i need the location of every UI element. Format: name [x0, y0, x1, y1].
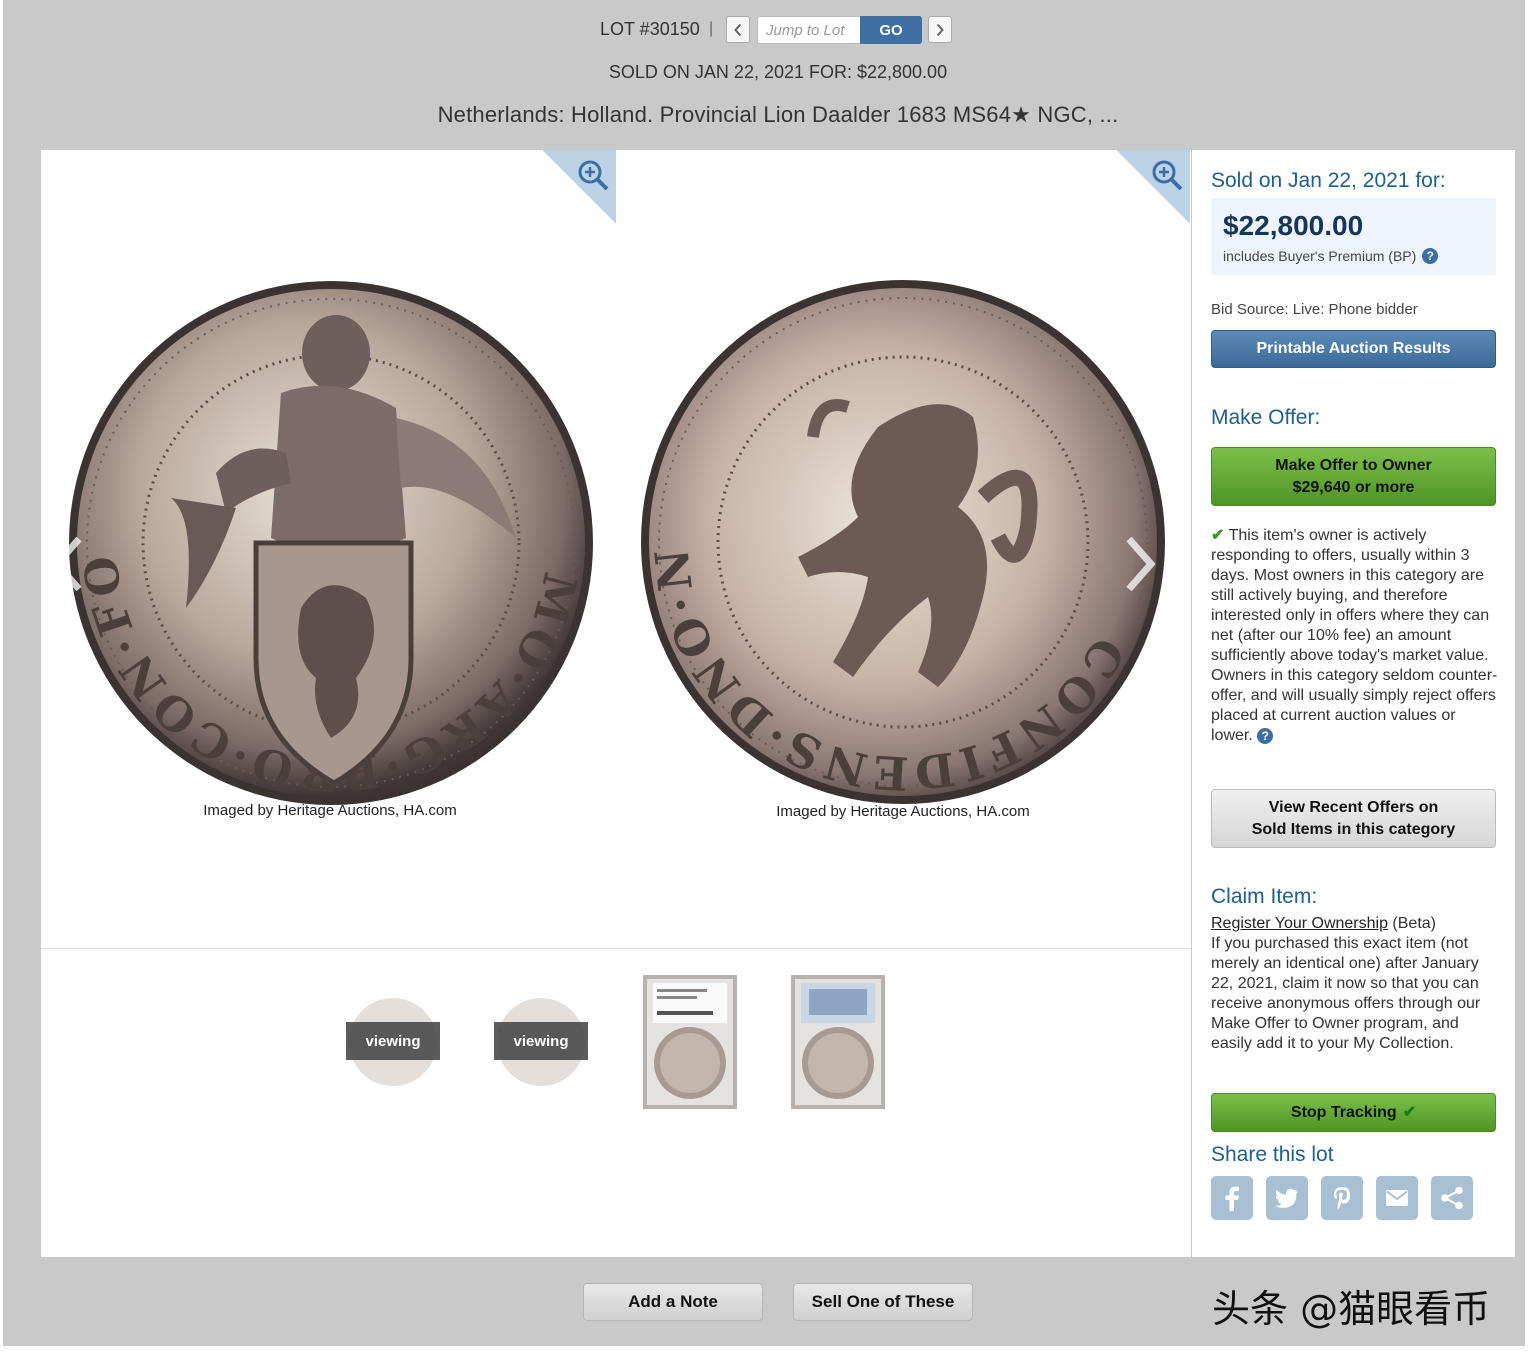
viewing-badge: viewing — [494, 1022, 588, 1060]
make-offer-heading: Make Offer: — [1211, 406, 1321, 429]
coin-reverse-image[interactable]: CONFIDENS·DNO·NON·MOVETVR·1683 — [638, 277, 1168, 807]
claim-item-text: Register Your Ownership (Beta) If you pu… — [1211, 914, 1501, 1054]
twitter-share-button[interactable] — [1266, 1176, 1308, 1220]
buyers-premium-note: includes Buyer's Premium (BP) ? — [1223, 248, 1439, 264]
go-button[interactable]: GO — [860, 16, 922, 44]
lot-separator: | — [709, 20, 714, 37]
share-buttons — [1211, 1176, 1473, 1220]
register-ownership-link[interactable]: Register Your Ownership — [1211, 915, 1388, 932]
image-credit: Imaged by Heritage Auctions, HA.com — [776, 803, 1030, 820]
lot-navigation: LOT #30150 | GO — [0, 16, 1528, 44]
thumbnail-slab-front[interactable] — [643, 975, 737, 1109]
stop-tracking-button[interactable]: Stop Tracking ✔ — [1211, 1093, 1496, 1132]
sold-price: $22,800.00 — [1223, 210, 1364, 241]
owner-offer-note: ✔ This item's owner is actively respondi… — [1211, 526, 1501, 746]
viewing-badge: viewing — [346, 1022, 440, 1060]
email-icon — [1386, 1190, 1408, 1206]
zoom-in-icon — [1152, 160, 1183, 191]
claim-item-heading: Claim Item: — [1211, 885, 1318, 908]
sold-heading: Sold on Jan 22, 2021 for: — [1211, 169, 1446, 192]
coin-obverse-image[interactable]: MO·ARG·PRO·CON·FOE·BELG·HOL — [66, 278, 596, 808]
lot-title: Netherlands: Holland. Provincial Lion Da… — [437, 102, 1119, 127]
next-image-arrow[interactable] — [1119, 534, 1159, 594]
zoom-in-icon — [578, 160, 609, 191]
thumbnail-slab-image — [643, 975, 737, 1109]
owner-offer-text: This item's owner is actively responding… — [1211, 527, 1498, 744]
previous-image-arrow[interactable] — [49, 534, 89, 594]
bid-source: Bid Source: Live: Phone bidder — [1211, 301, 1418, 318]
recent-offers-line2: Sold Items in this category — [1251, 820, 1456, 838]
view-recent-offers-button[interactable]: View Recent Offers on Sold Items in this… — [1211, 789, 1496, 848]
jump-to-lot-input[interactable] — [757, 16, 861, 44]
sell-one-button[interactable]: Sell One of These — [793, 1283, 973, 1321]
zoom-reverse-button[interactable] — [1116, 150, 1190, 224]
image-credit: Imaged by Heritage Auctions, HA.com — [203, 802, 457, 819]
watermark: 头条 @猫眼看币 — [1212, 1287, 1491, 1331]
lot-number: LOT #30150 — [600, 19, 700, 39]
make-offer-amount: $29,640 or more — [1292, 478, 1415, 496]
pinterest-share-button[interactable] — [1321, 1176, 1363, 1220]
share-button[interactable] — [1431, 1176, 1473, 1220]
help-icon[interactable]: ? — [1257, 728, 1274, 744]
next-lot-button[interactable] — [928, 16, 952, 43]
recent-offers-line1: View Recent Offers on — [1268, 798, 1439, 816]
printable-auction-results-button[interactable]: Printable Auction Results — [1211, 330, 1496, 368]
make-offer-to-owner-button[interactable]: Make Offer to Owner $29,640 or more — [1211, 447, 1496, 506]
price-box: $22,800.00 includes Buyer's Premium (BP)… — [1211, 198, 1496, 275]
checkmark-icon: ✔ — [1402, 1103, 1417, 1121]
facebook-share-button[interactable] — [1211, 1176, 1253, 1220]
gallery-divider — [41, 948, 1191, 949]
beta-label: (Beta) — [1387, 915, 1436, 932]
pinterest-icon — [1334, 1187, 1350, 1210]
thumbnail-reverse[interactable]: viewing — [494, 975, 588, 1109]
claim-description: If you purchased this exact item (not me… — [1211, 935, 1481, 1052]
bp-text: includes Buyer's Premium (BP) — [1223, 248, 1417, 264]
add-note-button[interactable]: Add a Note — [583, 1283, 763, 1321]
facebook-icon — [1225, 1186, 1239, 1211]
sold-summary: SOLD ON JAN 22, 2021 FOR: $22,800.00 — [608, 62, 948, 82]
make-offer-label: Make Offer to Owner — [1275, 456, 1432, 474]
image-panel: MO·ARG·PRO·CON·FOE·BELG·HOL CONFIDENS·DN… — [41, 150, 1191, 1257]
help-icon[interactable]: ? — [1422, 248, 1439, 264]
chevron-left-icon — [734, 23, 742, 36]
email-share-button[interactable] — [1376, 1176, 1418, 1220]
checkmark-icon: ✔ — [1211, 527, 1225, 544]
chevron-right-icon — [936, 23, 944, 36]
thumbnail-slab-back[interactable] — [791, 975, 885, 1109]
zoom-obverse-button[interactable] — [542, 150, 616, 224]
stop-tracking-label: Stop Tracking — [1290, 1103, 1397, 1121]
previous-lot-button[interactable] — [726, 16, 750, 43]
thumbnail-obverse[interactable]: viewing — [346, 975, 440, 1109]
twitter-icon — [1275, 1188, 1298, 1208]
sidebar: Sold on Jan 22, 2021 for: $22,800.00 inc… — [1192, 150, 1515, 1257]
share-icon — [1441, 1186, 1463, 1210]
thumbnail-slab-image — [791, 975, 885, 1109]
share-heading: Share this lot — [1211, 1143, 1334, 1166]
